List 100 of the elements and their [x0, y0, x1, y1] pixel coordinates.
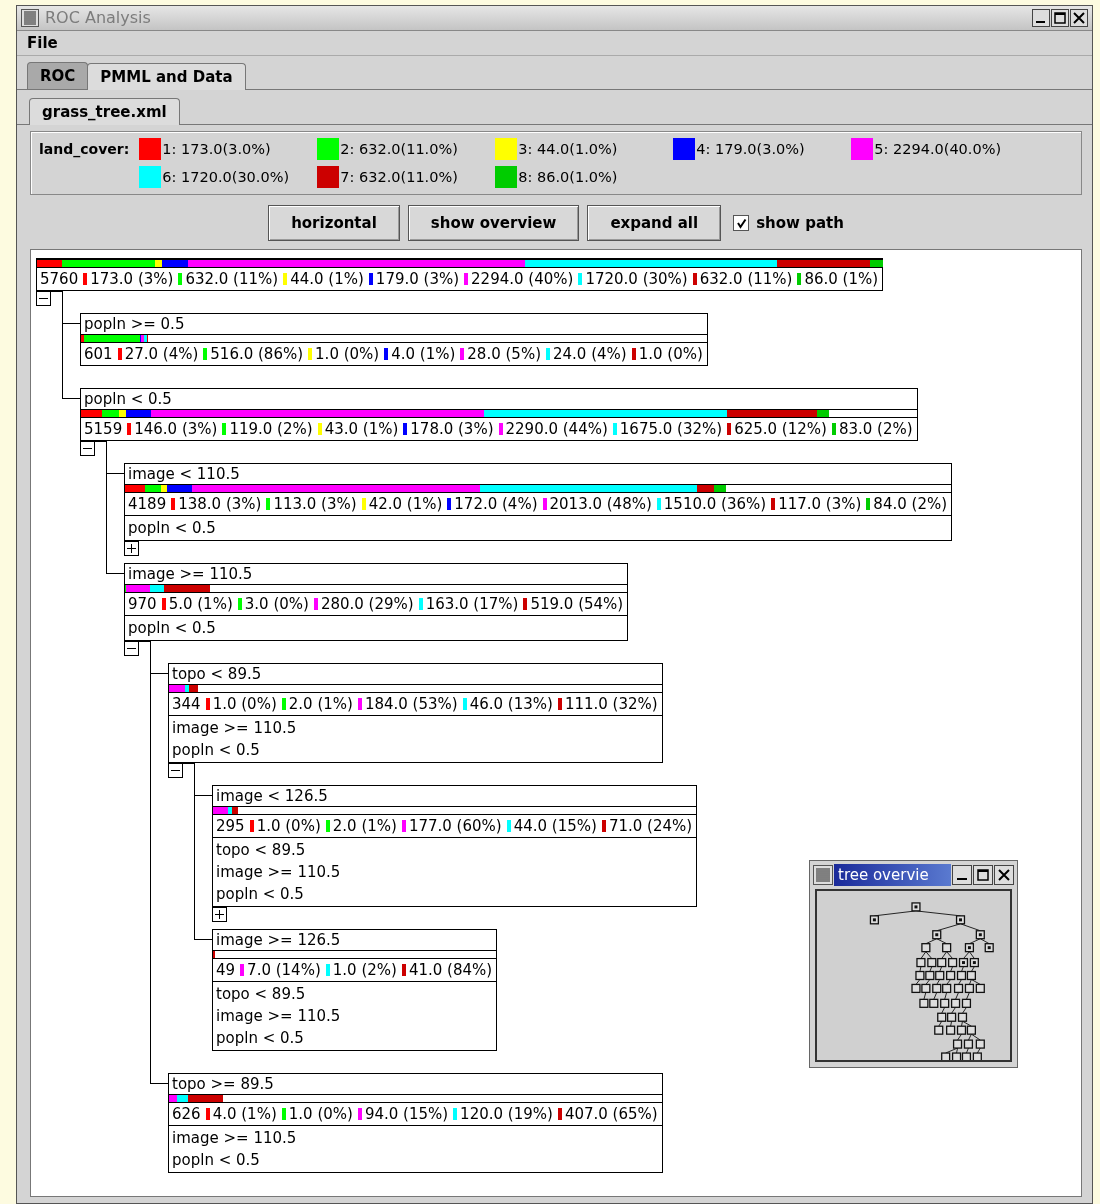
node-total: 601: [84, 344, 113, 365]
node-total: 970: [128, 594, 157, 615]
tab[interactable]: PMML and Data: [87, 63, 246, 90]
class-count: 1.0 (0%): [288, 1104, 353, 1125]
legend-text: 6: 1720.0(30.0%): [162, 169, 290, 185]
tree-toggle[interactable]: [80, 441, 95, 456]
node-condition: topo >= 89.5: [171, 1074, 275, 1094]
node-total: 5159: [84, 419, 123, 440]
class-count: 43.0 (1%): [324, 419, 399, 440]
path-condition: popln < 0.5: [171, 1150, 261, 1171]
class-count: 4.0 (1%): [212, 1104, 277, 1125]
legend-text: 7: 632.0(11.0%): [340, 169, 458, 185]
class-count: 5.0 (1%): [168, 594, 233, 615]
window-menu-icon[interactable]: [813, 865, 833, 885]
class-count: 4.0 (1%): [391, 344, 456, 365]
class-count: 42.0 (1%): [368, 494, 443, 515]
legend-text: 5: 2294.0(40.0%): [874, 141, 1002, 157]
node-total: 5760: [40, 269, 79, 290]
tree-node[interactable]: image >= 110.5 970 5.0 (1%) 3.0 (0%) 280.0 (29%) 163.0 (17%) 519.0 (54%) popln < 0.5: [124, 563, 629, 641]
class-count: 71.0 (24%): [608, 816, 693, 837]
class-count: 2294.0 (40%): [471, 269, 574, 290]
tree-toggle[interactable]: [36, 291, 51, 306]
class-count: 1.0 (0%): [212, 694, 277, 715]
path-condition: popln < 0.5: [215, 1028, 305, 1049]
minimize-icon[interactable]: [1032, 8, 1050, 27]
maximize-icon[interactable]: [973, 865, 993, 885]
node-total: 49: [216, 960, 236, 981]
class-count: 163.0 (17%): [425, 594, 519, 615]
class-count: 83.0 (2%): [838, 419, 913, 440]
toolbar-button[interactable]: horizontal: [268, 205, 400, 241]
path-condition: topo < 89.5: [215, 984, 307, 1005]
legend-text: 4: 179.0(3.0%): [696, 141, 805, 157]
window-menu-icon[interactable]: [21, 8, 39, 27]
menu-item[interactable]: File: [27, 33, 58, 52]
class-count: 178.0 (3%): [410, 419, 494, 440]
minimize-icon[interactable]: [952, 865, 972, 885]
class-count: 119.0 (2%): [229, 419, 313, 440]
node-condition: popln >= 0.5: [83, 314, 186, 334]
close-icon[interactable]: [994, 865, 1014, 885]
class-count: 111.0 (32%): [564, 694, 658, 715]
class-count: 7.0 (14%): [247, 960, 321, 981]
class-count: 625.0 (12%): [734, 419, 827, 440]
tree-toggle[interactable]: [212, 907, 227, 922]
class-count: 407.0 (65%): [564, 1104, 658, 1125]
path-condition: popln < 0.5: [215, 884, 305, 905]
path-condition: image >= 110.5: [215, 1006, 342, 1027]
class-count: 117.0 (3%): [778, 494, 862, 515]
tree-toggle[interactable]: [168, 763, 183, 778]
tree-node[interactable]: image >= 126.5 49 7.0 (14%) 1.0 (2%) 41.0 (84%) topo < 89.5 image >= 110.5 popln < 0.5: [212, 929, 498, 1051]
class-count: 519.0 (54%): [530, 594, 624, 615]
checkbox[interactable]: [733, 215, 750, 231]
node-total: 295: [216, 816, 245, 837]
node-condition: image < 110.5: [127, 464, 241, 484]
class-count: 173.0 (3%): [90, 269, 174, 290]
checkbox-label[interactable]: show path: [756, 214, 844, 232]
class-count: 1.0 (0%): [315, 344, 380, 365]
class-count: 184.0 (53%): [364, 694, 458, 715]
path-condition: image >= 110.5: [171, 1128, 298, 1149]
legend-text: 2: 632.0(11.0%): [340, 141, 458, 157]
tree-node[interactable]: popln >= 0.5 601 27.0 (4%) 516.0 (86%) 1.0 (0%) 4.0 (1%) 28.0 (5%) 24.0 (4%) 1.0 (0%): [80, 313, 708, 366]
tree-node[interactable]: image < 110.5 4189 138.0 (3%) 113.0 (3%) 42.0 (1%) 172.0 (4%) 2013.0 (48%) 1510.0 (36%) 117.0 (3%) 84.0 (2%) popln < 0.5: [124, 463, 953, 541]
class-count: 3.0 (0%): [244, 594, 309, 615]
class-count: 44.0 (1%): [290, 269, 364, 290]
window-title: ROC Analysis: [45, 8, 152, 28]
node-total: 4189: [128, 494, 167, 515]
node-condition: image >= 110.5: [127, 564, 254, 584]
class-count: 172.0 (4%): [454, 494, 538, 515]
class-count: 120.0 (19%): [460, 1104, 553, 1125]
class-count: 46.0 (13%): [469, 694, 553, 715]
class-count: 516.0 (86%): [210, 344, 304, 365]
maximize-icon[interactable]: [1051, 8, 1069, 27]
tree-toggle[interactable]: [124, 541, 139, 556]
file-tab[interactable]: grass_tree.xml: [29, 98, 180, 125]
tree-node[interactable]: topo >= 89.5 626 4.0 (1%) 1.0 (0%) 94.0 (15%) 120.0 (19%) 407.0 (65%) image >= 110.5 popln < 0.5: [168, 1073, 663, 1173]
class-count: 1.0 (2%): [332, 960, 397, 981]
tree-node[interactable]: topo < 89.5 344 1.0 (0%) 2.0 (1%) 184.0 (53%) 46.0 (13%) 111.0 (32%) image >= 110.5 popln < 0.5: [168, 663, 663, 763]
class-count: 177.0 (60%): [408, 816, 502, 837]
tree-node[interactable]: image < 126.5 295 1.0 (0%) 2.0 (1%) 177.0 (60%) 44.0 (15%) 71.0 (24%) topo < 89.5 image >= 110.5 popln < 0.5: [212, 785, 698, 907]
class-count: 24.0 (4%): [553, 344, 627, 365]
node-condition: popln < 0.5: [83, 389, 173, 409]
class-count: 138.0 (3%): [178, 494, 262, 515]
legend-label: land_cover:: [39, 140, 130, 160]
class-count: 44.0 (15%): [513, 816, 597, 837]
legend-text: 3: 44.0(1.0%): [518, 141, 618, 157]
node-total: 344: [172, 694, 201, 715]
toolbar-button[interactable]: expand all: [587, 205, 722, 241]
node-condition: image < 126.5: [215, 786, 329, 806]
class-count: 2.0 (1%): [288, 694, 353, 715]
path-condition: popln < 0.5: [127, 518, 217, 539]
class-count: 94.0 (15%): [364, 1104, 449, 1125]
class-count: 84.0 (2%): [873, 494, 948, 515]
class-count: 1510.0 (36%): [663, 494, 767, 515]
node-condition: image >= 126.5: [215, 930, 342, 950]
tree-node[interactable]: 5760 173.0 (3%) 632.0 (11%) 44.0 (1%) 179.0 (3%) 2294.0 (40%) 1720.0 (30%) 632.0 (11%) 86.0 (1%): [36, 258, 884, 291]
class-count: 2013.0 (48%): [549, 494, 652, 515]
tree-toggle[interactable]: [124, 641, 139, 656]
toolbar-button[interactable]: show overview: [407, 205, 580, 241]
close-icon[interactable]: [1070, 8, 1088, 27]
tab[interactable]: ROC: [27, 62, 89, 89]
tree-node[interactable]: popln < 0.5 5159 146.0 (3%) 119.0 (2%) 43.0 (1%) 178.0 (3%) 2290.0 (44%) 1675.0 (32%) 625.0 (12%) 83.0 (2%): [80, 388, 918, 441]
